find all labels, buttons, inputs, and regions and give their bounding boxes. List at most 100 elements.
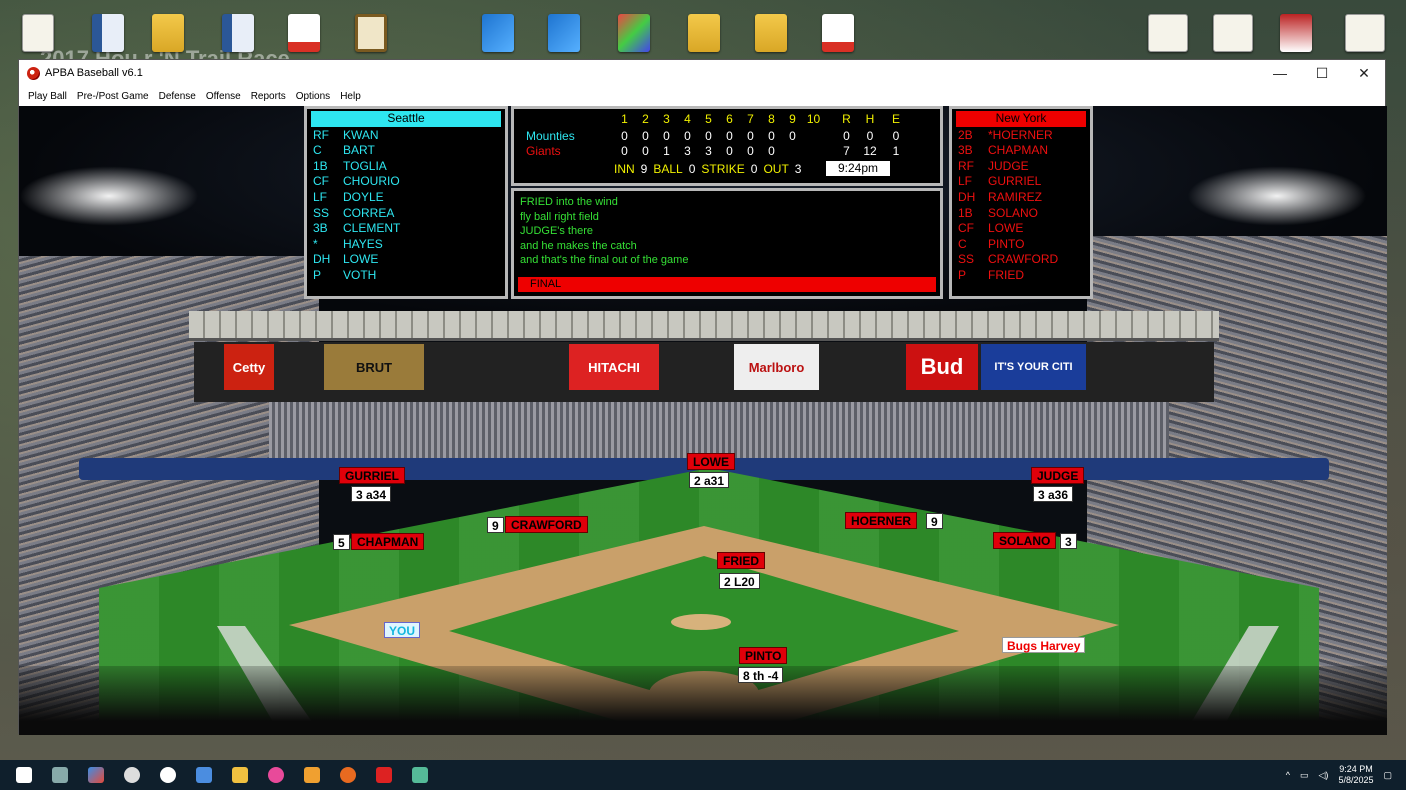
window-title: APBA Baseball v6.1	[45, 67, 143, 79]
lineup-row[interactable]: 1B TOGLIA	[307, 159, 505, 175]
apba-window: APBA Baseball v6.1 — ☐ ✕ Play Ball Pre-/…	[18, 59, 1387, 735]
maximize-button[interactable]: ☐	[1301, 60, 1343, 86]
lineup-pos: 2B	[958, 127, 973, 142]
notification-icon[interactable]: ▢	[1383, 770, 1392, 781]
ball-value: 0	[688, 162, 696, 176]
fielder-chapman[interactable]: CHAPMAN	[351, 533, 425, 550]
scanner-icon[interactable]	[482, 14, 514, 52]
catcher-pinto[interactable]: PINTO	[739, 647, 788, 664]
pdf-icon[interactable]	[288, 14, 320, 52]
menu-defense[interactable]: Defense	[154, 91, 201, 102]
lineup-row[interactable]: LF DOYLE	[307, 190, 505, 206]
lineup-row[interactable]: SS CORREA	[307, 206, 505, 222]
ad-brut: BRUT	[324, 344, 424, 390]
player-photo-icon[interactable]	[1280, 14, 1312, 52]
inning-number: 5	[705, 112, 712, 126]
taskbar-clock[interactable]: 9:24 PM 5/8/2025	[1338, 764, 1373, 786]
lineup-row[interactable]: * HAYES	[307, 237, 505, 253]
chevron-up-icon[interactable]: ^	[1286, 770, 1290, 780]
you-indicator: YOU	[384, 622, 421, 638]
binder-icon[interactable]	[688, 14, 720, 52]
pitcher-fried[interactable]: FRIED	[717, 552, 765, 569]
acrobat-icon[interactable]	[376, 767, 392, 783]
game-clock: 9:24pm	[826, 161, 890, 176]
recycle-bin-icon[interactable]	[22, 14, 54, 52]
taskbar: ^ ▭ ◁) 9:24 PM 5/8/2025 ▢	[0, 760, 1406, 790]
fielder-gurriel-rating: 3 a34	[351, 486, 392, 502]
door-icon[interactable]	[355, 14, 387, 52]
lineup-row[interactable]: 3B CHAPMAN	[952, 143, 1090, 159]
lineup-row[interactable]: RF KWAN	[307, 128, 505, 144]
fielder-crawford[interactable]: CRAWFORD	[505, 516, 588, 533]
home-team-label: Giants	[526, 144, 561, 158]
inning-header-row: 1 2 3 4 5 6 7 8 9 10 R H E	[614, 112, 909, 126]
cube-app-icon[interactable]	[618, 14, 650, 52]
inning-score: 3	[684, 144, 691, 158]
lineup-row[interactable]: 3B CLEMENT	[307, 221, 505, 237]
lineup-row[interactable]: SS CRAWFORD	[952, 252, 1090, 268]
desktop-icons	[0, 0, 1406, 60]
file-explorer-icon[interactable]	[232, 767, 248, 783]
app-window-icon[interactable]	[412, 767, 428, 783]
lineup-row[interactable]: DH RAMIREZ	[952, 190, 1090, 206]
document-thumbnail-icon[interactable]	[1213, 14, 1253, 52]
firefox-icon[interactable]	[340, 767, 356, 783]
lineup-row[interactable]: RF JUDGE	[952, 159, 1090, 175]
word-document-icon[interactable]	[222, 14, 254, 52]
fielder-judge[interactable]: JUDGE	[1031, 467, 1085, 484]
task-view-icon[interactable]	[52, 767, 68, 783]
lineup-row[interactable]: P VOTH	[307, 268, 505, 284]
fielder-chapman-number: 5	[333, 534, 350, 550]
pdf-icon-2[interactable]	[822, 14, 854, 52]
baseball-taskbar-icon[interactable]	[160, 767, 176, 783]
inning-score: 0	[768, 129, 775, 143]
lineup-row[interactable]: 2B *HOERNER	[952, 128, 1090, 144]
lineup-row[interactable]: CF CHOURIO	[307, 174, 505, 190]
menu-play-ball[interactable]: Play Ball	[23, 91, 72, 102]
settings-gear-icon[interactable]	[124, 767, 140, 783]
lineup-row[interactable]: C BART	[307, 143, 505, 159]
lineup-player: CHOURIO	[343, 174, 400, 189]
lineup-pos: C	[313, 143, 322, 158]
minimize-button[interactable]: —	[1259, 60, 1301, 86]
close-button[interactable]: ✕	[1343, 60, 1385, 86]
title-bar: APBA Baseball v6.1 — ☐ ✕	[19, 60, 1385, 86]
image-thumbnail-icon[interactable]	[1345, 14, 1385, 52]
fielder-lowe[interactable]: LOWE	[687, 453, 735, 470]
fielder-gurriel[interactable]: GURRIEL	[339, 467, 405, 484]
volume-icon[interactable]: ◁)	[1319, 770, 1329, 781]
people-icon[interactable]	[196, 767, 212, 783]
lineup-row[interactable]: CF LOWE	[952, 221, 1090, 237]
zip-folder-icon[interactable]	[755, 14, 787, 52]
inning-score: 0	[621, 144, 628, 158]
ad-hitachi: HITACHI	[569, 344, 659, 390]
pitcher-fried-rating: 2 L20	[719, 573, 760, 589]
menu-help[interactable]: Help	[335, 91, 366, 102]
lineup-row[interactable]: DH LOWE	[307, 252, 505, 268]
windows-start-icon[interactable]	[16, 767, 32, 783]
fielder-hoerner[interactable]: HOERNER	[845, 512, 918, 529]
lineup-row[interactable]: C PINTO	[952, 237, 1090, 253]
lineup-player: HAYES	[343, 236, 383, 251]
music-icon[interactable]	[268, 767, 284, 783]
lineup-player: CORREA	[343, 205, 395, 220]
menu-pre-post-game[interactable]: Pre-/Post Game	[72, 91, 154, 102]
menu-options[interactable]: Options	[291, 91, 335, 102]
newspaper-icon[interactable]	[1148, 14, 1188, 52]
lineup-row[interactable]: LF GURRIEL	[952, 174, 1090, 190]
printer-icon[interactable]	[548, 14, 580, 52]
home-hits: 12	[863, 144, 877, 158]
menu-bar: Play Ball Pre-/Post Game Defense Offense…	[19, 86, 1385, 106]
copilot-icon[interactable]	[88, 767, 104, 783]
lineup-row[interactable]: P FRIED	[952, 268, 1090, 284]
outlook-icon[interactable]	[304, 767, 320, 783]
lineup-row[interactable]: 1B SOLANO	[952, 206, 1090, 222]
menu-reports[interactable]: Reports	[246, 91, 291, 102]
folder-icon[interactable]	[152, 14, 184, 52]
network-icon[interactable]: ▭	[1300, 770, 1309, 781]
document-icon[interactable]	[92, 14, 124, 52]
fielder-solano[interactable]: SOLANO	[993, 532, 1057, 549]
away-errors: 0	[892, 129, 900, 143]
menu-offense[interactable]: Offense	[201, 91, 246, 102]
